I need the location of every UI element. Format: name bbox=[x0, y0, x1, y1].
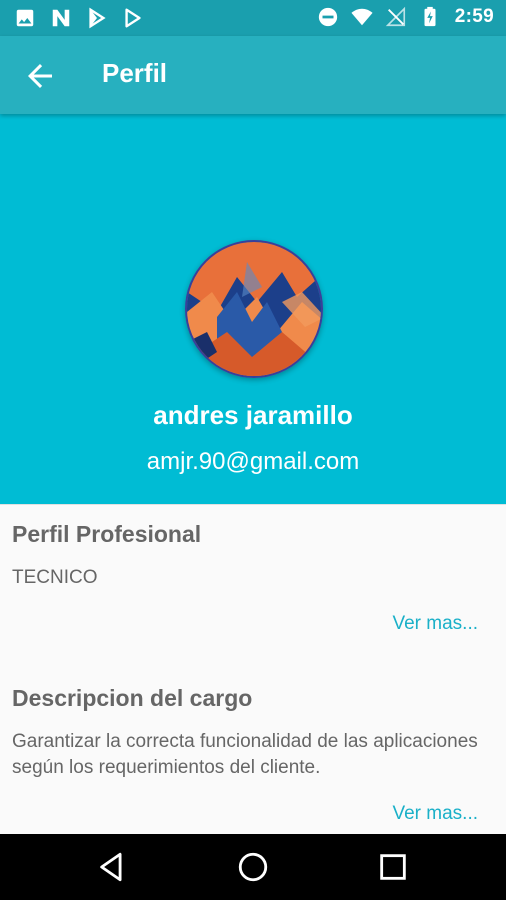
ver-mas-link-descripcion-cargo[interactable]: Ver mas... bbox=[392, 803, 478, 825]
system-icons: 2:59 bbox=[317, 6, 494, 28]
profile-details: Perfil Profesional TECNICO Ver mas... De… bbox=[0, 504, 506, 834]
avatar-image bbox=[187, 242, 321, 376]
square-recents-icon bbox=[380, 854, 406, 880]
back-button[interactable] bbox=[22, 58, 58, 94]
battery-charging-icon bbox=[424, 6, 436, 27]
triangle-back-icon bbox=[100, 852, 122, 882]
play-store-alt-icon bbox=[89, 7, 106, 29]
status-bar: 2:59 bbox=[0, 0, 506, 36]
play-store-icon bbox=[125, 8, 141, 28]
do-not-disturb-icon bbox=[318, 7, 337, 27]
nav-home-button[interactable] bbox=[236, 850, 270, 884]
wifi-icon bbox=[351, 8, 373, 26]
section-text-descripcion-cargo: Garantizar la correcta funcionalidad de … bbox=[12, 731, 478, 778]
circle-home-icon bbox=[238, 852, 268, 882]
nav-recents-button[interactable] bbox=[376, 850, 410, 884]
page-title: Perfil bbox=[102, 58, 168, 88]
avatar[interactable] bbox=[185, 240, 323, 378]
n-notification-icon bbox=[52, 9, 70, 27]
profile-email: amjr.90@gmail.com bbox=[146, 448, 360, 475]
clock: 2:59 bbox=[454, 6, 494, 27]
profile-name: andres jaramillo bbox=[153, 400, 353, 430]
profile-screen: 2:59 Perfil andres jaramillo amjr.90@gma… bbox=[0, 0, 506, 900]
profile-header: andres jaramillo amjr.90@gmail.com bbox=[0, 114, 506, 504]
no-signal-icon bbox=[385, 6, 405, 27]
navigation-bar bbox=[0, 834, 506, 900]
notification-icons bbox=[14, 7, 144, 29]
ver-mas-link-perfil-profesional[interactable]: Ver mas... bbox=[392, 613, 478, 635]
section-title-perfil-profesional: Perfil Profesional bbox=[12, 521, 202, 547]
nav-back-button[interactable] bbox=[96, 850, 130, 884]
section-text-perfil-profesional: TECNICO bbox=[12, 567, 98, 588]
app-bar: Perfil bbox=[0, 36, 506, 114]
image-icon bbox=[16, 9, 34, 27]
arrow-back-icon bbox=[28, 64, 52, 88]
section-title-descripcion-cargo: Descripcion del cargo bbox=[12, 685, 253, 711]
